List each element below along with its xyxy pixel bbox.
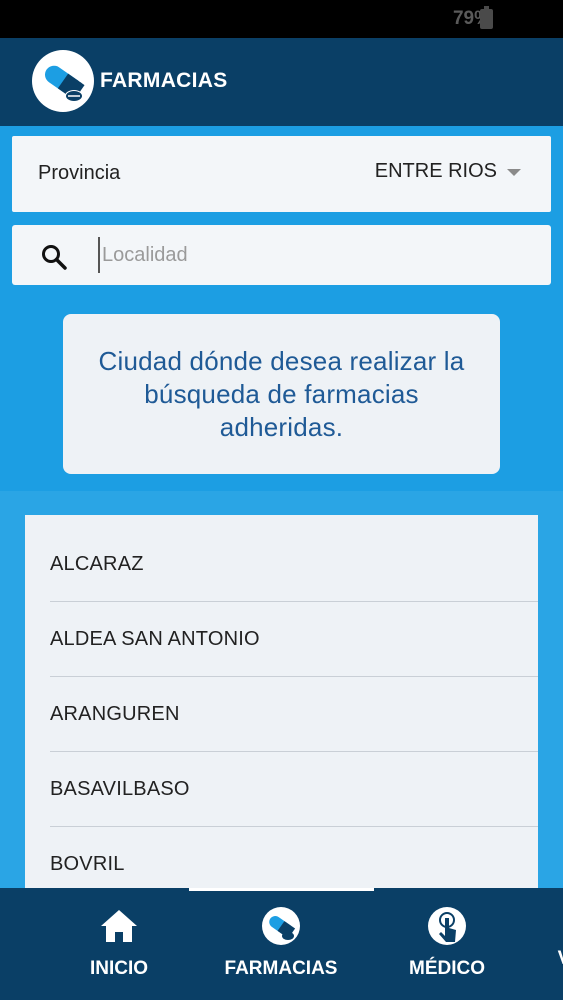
province-selector[interactable]: Provincia ENTRE RIOS — [12, 136, 551, 212]
list-item[interactable]: ALDEA SAN ANTONIO — [25, 602, 538, 677]
status-bar: 79% — [0, 0, 563, 38]
province-label: Provincia — [38, 162, 121, 184]
bottom-navigation: INICIO FARMACIAS MÉDICO V — [0, 888, 563, 1000]
home-icon — [99, 906, 139, 946]
pill-capsule-icon — [32, 50, 94, 112]
list-item[interactable]: ALCARAZ — [25, 527, 538, 602]
nav-label: MÉDICO — [409, 958, 485, 979]
list-item[interactable]: BOVRIL — [25, 827, 538, 888]
nav-label: FARMACIAS — [224, 958, 338, 979]
list-item[interactable]: BASAVILBASO — [25, 752, 538, 827]
info-message-text: Ciudad dónde desea realizar la búsqueda … — [98, 345, 465, 442]
info-message-card: Ciudad dónde desea realizar la búsqueda … — [63, 314, 500, 474]
locality-list[interactable]: ALCARAZ ALDEA SAN ANTONIO ARANGUREN BASA… — [25, 515, 538, 888]
active-tab-indicator — [189, 888, 374, 891]
nav-label: INICIO — [89, 958, 149, 979]
pill-capsule-icon — [261, 906, 301, 946]
touch-hand-icon — [427, 906, 467, 946]
list-item[interactable]: ARANGUREN — [25, 677, 538, 752]
nav-item-partial[interactable]: V — [554, 936, 563, 970]
search-bar — [12, 225, 551, 285]
province-dropdown[interactable]: ENTRE RIOS — [375, 160, 521, 183]
nav-item-inicio[interactable]: INICIO — [84, 906, 154, 980]
search-icon — [40, 243, 68, 271]
nav-label: V — [558, 948, 563, 970]
app-header: FARMACIAS — [0, 38, 563, 126]
battery-icon — [480, 6, 493, 29]
province-selected-value: ENTRE RIOS — [374, 160, 497, 182]
locality-search-input[interactable] — [98, 237, 528, 273]
nav-item-farmacias[interactable]: FARMACIAS — [222, 906, 340, 980]
page-title: FARMACIAS — [100, 69, 228, 92]
nav-item-medico[interactable]: MÉDICO — [404, 906, 490, 980]
chevron-down-icon — [507, 169, 521, 176]
locality-list-area: ALCARAZ ALDEA SAN ANTONIO ARANGUREN BASA… — [0, 491, 563, 888]
